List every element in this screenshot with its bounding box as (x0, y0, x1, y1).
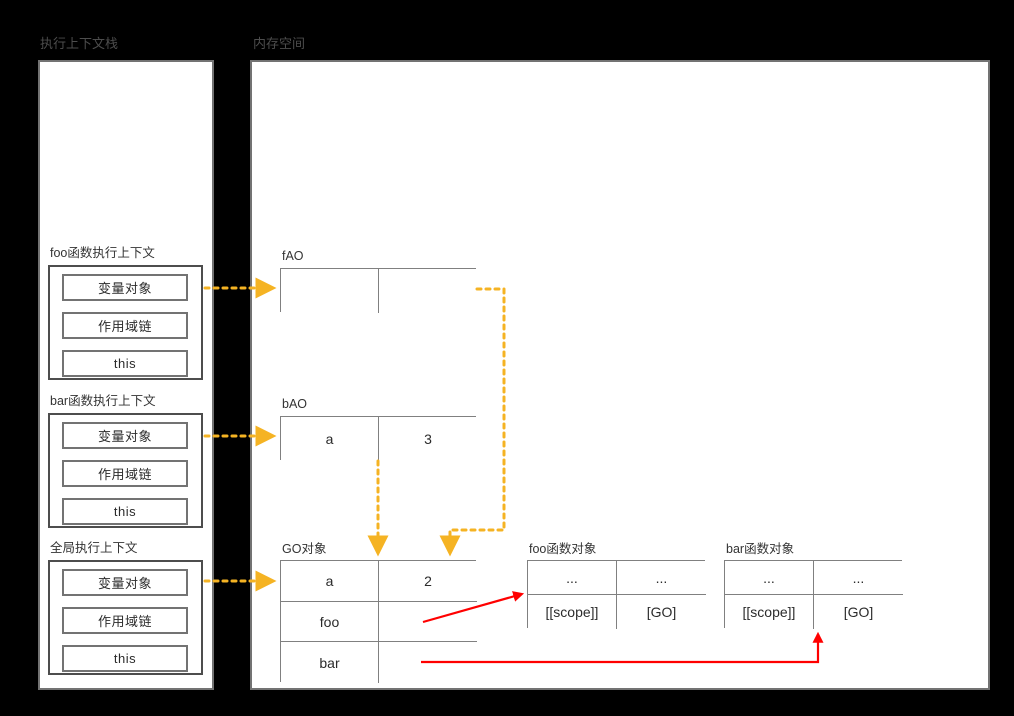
bao-cell-key: a (281, 417, 379, 461)
memory-table-foo-function-object: ... ... [[scope]] [GO] (527, 560, 706, 629)
global-scope-chain: 作用域链 (62, 607, 188, 634)
table-label-go: GO对象 (282, 542, 327, 556)
memory-table-bao: a 3 (280, 416, 477, 461)
table-label-fao: fAO (282, 249, 304, 263)
foo-scope-chain: 作用域链 (62, 312, 188, 339)
bar-this: this (62, 498, 188, 525)
foo-fn-cell-go: [GO] (617, 595, 706, 629)
bar-scope-chain: 作用域链 (62, 460, 188, 487)
context-label-bar: bar函数执行上下文 (50, 394, 156, 408)
fao-cell-key (281, 269, 379, 313)
memory-table-fao (280, 268, 477, 313)
diagram-canvas: 执行上下文栈 foo函数执行上下文 变量对象 作用域链 this bar函数执行… (0, 0, 1014, 716)
go-cell-a-value: 2 (379, 561, 477, 602)
go-cell-foo-value (379, 602, 477, 642)
table-label-bar-function-object: bar函数对象 (726, 542, 795, 556)
bar-fn-cell-scope: [[scope]] (725, 595, 814, 629)
memory-table-bar-function-object: ... ... [[scope]] [GO] (724, 560, 903, 629)
fao-cell-value (379, 269, 477, 313)
table-label-bao: bAO (282, 397, 308, 411)
memory-table-go: a 2 foo bar (280, 560, 477, 683)
go-cell-foo-key: foo (281, 602, 379, 642)
bar-fn-cell-go: [GO] (814, 595, 903, 629)
foo-fn-cell-scope: [[scope]] (528, 595, 617, 629)
bar-variable-object: 变量对象 (62, 422, 188, 449)
memory-panel-title: 内存空间 (253, 36, 306, 51)
bar-fn-cell-dots-2: ... (814, 561, 903, 595)
go-cell-bar-value (379, 642, 477, 683)
foo-fn-cell-dots-2: ... (617, 561, 706, 595)
stack-panel-title: 执行上下文栈 (40, 36, 119, 51)
bar-fn-cell-dots-1: ... (725, 561, 814, 595)
context-label-global: 全局执行上下文 (50, 541, 138, 555)
global-this: this (62, 645, 188, 672)
table-label-foo-function-object: foo函数对象 (529, 542, 597, 556)
foo-this: this (62, 350, 188, 377)
go-cell-a-key: a (281, 561, 379, 602)
foo-fn-cell-dots-1: ... (528, 561, 617, 595)
context-label-foo: foo函数执行上下文 (50, 246, 155, 260)
bao-cell-value: 3 (379, 417, 477, 461)
foo-variable-object: 变量对象 (62, 274, 188, 301)
go-cell-bar-key: bar (281, 642, 379, 683)
global-variable-object: 变量对象 (62, 569, 188, 596)
